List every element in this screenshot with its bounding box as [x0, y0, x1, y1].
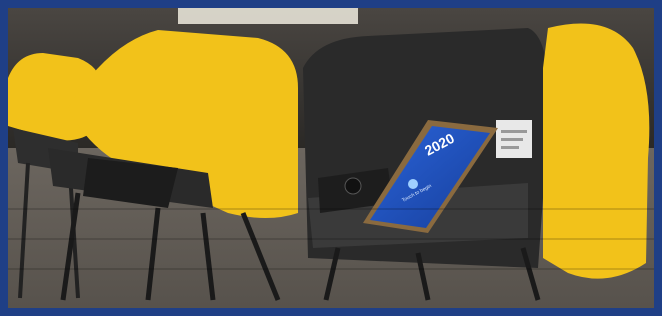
ceiling-light — [178, 8, 358, 24]
photo-frame: 2020 Touch to begin — [0, 0, 662, 316]
booth-right — [303, 23, 650, 301]
voting-booth-photo: 2020 Touch to begin — [8, 8, 654, 308]
tablet-touch-icon — [408, 179, 418, 189]
